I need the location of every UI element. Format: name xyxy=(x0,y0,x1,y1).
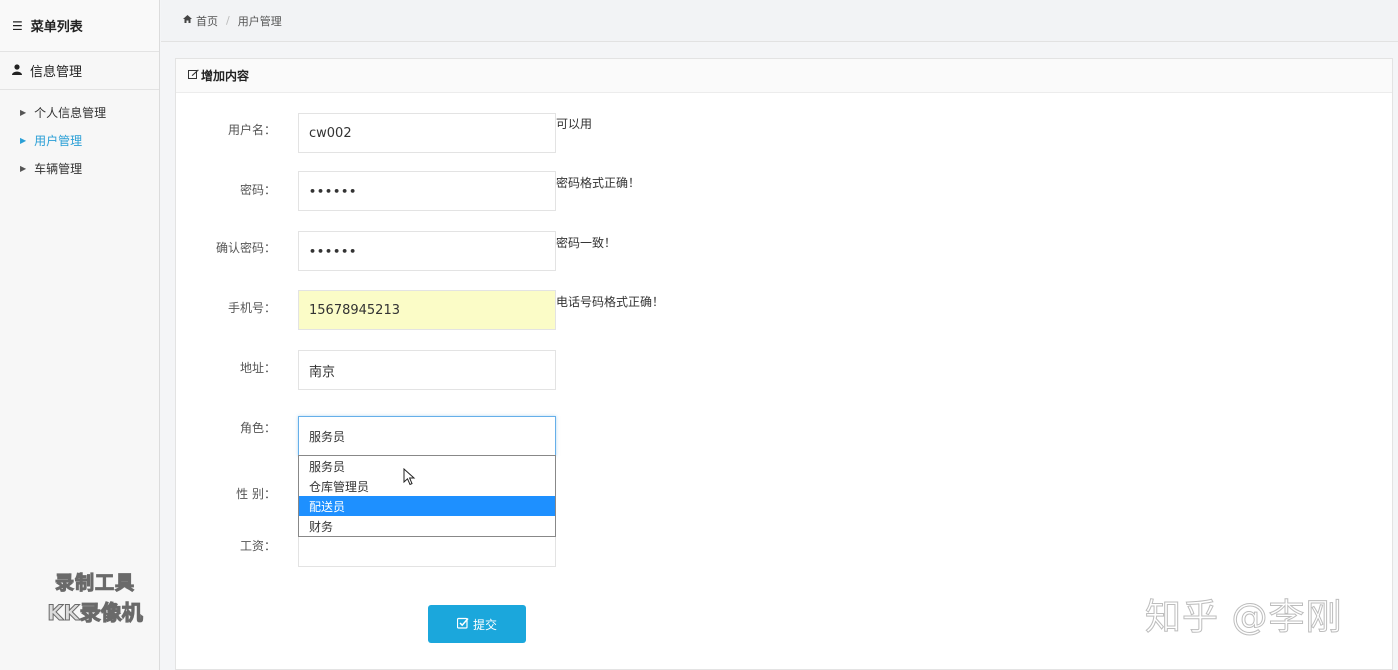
address-label: 地址： xyxy=(239,361,276,375)
form-row-role: 角色： 服务员 服务员 仓库管理员 配送员 财务 xyxy=(176,416,876,537)
sidebar-item-personal-info[interactable]: ▶ 个人信息管理 xyxy=(0,98,159,126)
caret-right-icon: ▶ xyxy=(20,163,27,173)
role-label: 角色： xyxy=(239,421,276,435)
username-hint: 可以用 xyxy=(556,117,593,131)
sidebar-item-label: 车辆管理 xyxy=(34,161,83,176)
edit-icon xyxy=(188,69,199,82)
password-label: 密码： xyxy=(239,183,276,197)
confirm-password-hint: 密码一致！ xyxy=(556,236,617,250)
sidebar-group-label: 信息管理 xyxy=(30,65,83,80)
user-icon xyxy=(12,63,22,78)
confirm-password-input[interactable]: •••••• xyxy=(298,231,556,271)
role-option-highlighted[interactable]: 配送员 xyxy=(299,496,555,516)
role-dropdown: 服务员 仓库管理员 配送员 财务 xyxy=(298,455,556,537)
sidebar-header: ☰ 菜单列表 xyxy=(0,0,159,52)
zhihu-watermark: 知乎 @李刚 xyxy=(1144,597,1343,639)
sidebar-item-label: 用户管理 xyxy=(34,133,83,148)
caret-right-icon: ▶ xyxy=(20,135,27,145)
phone-label: 手机号： xyxy=(227,301,276,315)
password-hint: 密码格式正确！ xyxy=(556,176,641,190)
form-row-phone: 手机号： 15678945213 电话号码格式正确！ xyxy=(176,290,876,330)
form-row-confirm-password: 确认密码： •••••• 密码一致！ xyxy=(176,231,876,271)
sidebar-group-info[interactable]: 信息管理 xyxy=(0,52,159,90)
submit-button[interactable]: 提交 xyxy=(428,605,526,643)
breadcrumb-current: 用户管理 xyxy=(237,14,282,28)
gender-label: 性 别： xyxy=(236,487,276,501)
form-row-username: 用户名： cw002 可以用 xyxy=(176,113,876,153)
content-panel: 增加内容 用户名： cw002 可以用 密码： •••••• 密码格式正确！ 确… xyxy=(175,58,1393,670)
confirm-password-label: 确认密码： xyxy=(215,241,276,255)
home-icon xyxy=(183,15,192,26)
sidebar-title: 菜单列表 xyxy=(30,20,83,35)
recorder-watermark-line2: KK录像机 xyxy=(47,601,144,626)
check-square-icon xyxy=(456,617,469,632)
address-input[interactable]: 南京 xyxy=(298,350,556,390)
form-row-password: 密码： •••••• 密码格式正确！ xyxy=(176,171,876,211)
password-input[interactable]: •••••• xyxy=(298,171,556,211)
panel-header: 增加内容 xyxy=(176,59,1392,93)
caret-right-icon: ▶ xyxy=(20,107,27,117)
submit-label: 提交 xyxy=(472,617,497,632)
salary-label: 工资： xyxy=(239,539,276,553)
breadcrumb-separator: / xyxy=(226,14,230,27)
sidebar-item-label: 个人信息管理 xyxy=(34,105,107,120)
breadcrumb-home-link[interactable]: 首页 xyxy=(196,13,218,29)
role-select[interactable]: 服务员 xyxy=(298,416,556,456)
sidebar-items: ▶ 个人信息管理 ▶ 用户管理 ▶ 车辆管理 xyxy=(0,90,159,182)
username-label: 用户名： xyxy=(227,123,276,137)
panel-title: 增加内容 xyxy=(201,69,250,83)
recorder-watermark: 录制工具 KK录像机 xyxy=(30,568,160,627)
mouse-cursor-icon xyxy=(403,468,416,486)
role-option[interactable]: 财务 xyxy=(299,516,555,536)
phone-hint: 电话号码格式正确！ xyxy=(556,295,665,309)
role-option[interactable]: 仓库管理员 xyxy=(299,476,555,496)
recorder-watermark-line1: 录制工具 xyxy=(54,572,135,595)
sidebar-item-user-management[interactable]: ▶ 用户管理 xyxy=(0,126,159,154)
role-option[interactable]: 服务员 xyxy=(299,456,555,476)
phone-input[interactable]: 15678945213 xyxy=(298,290,556,330)
list-icon: ☰ xyxy=(12,18,23,33)
sidebar-item-vehicle-management[interactable]: ▶ 车辆管理 xyxy=(0,154,159,182)
breadcrumb: 首页 / 用户管理 xyxy=(161,0,1398,42)
username-input[interactable]: cw002 xyxy=(298,113,556,153)
form-row-address: 地址： 南京 xyxy=(176,350,876,390)
